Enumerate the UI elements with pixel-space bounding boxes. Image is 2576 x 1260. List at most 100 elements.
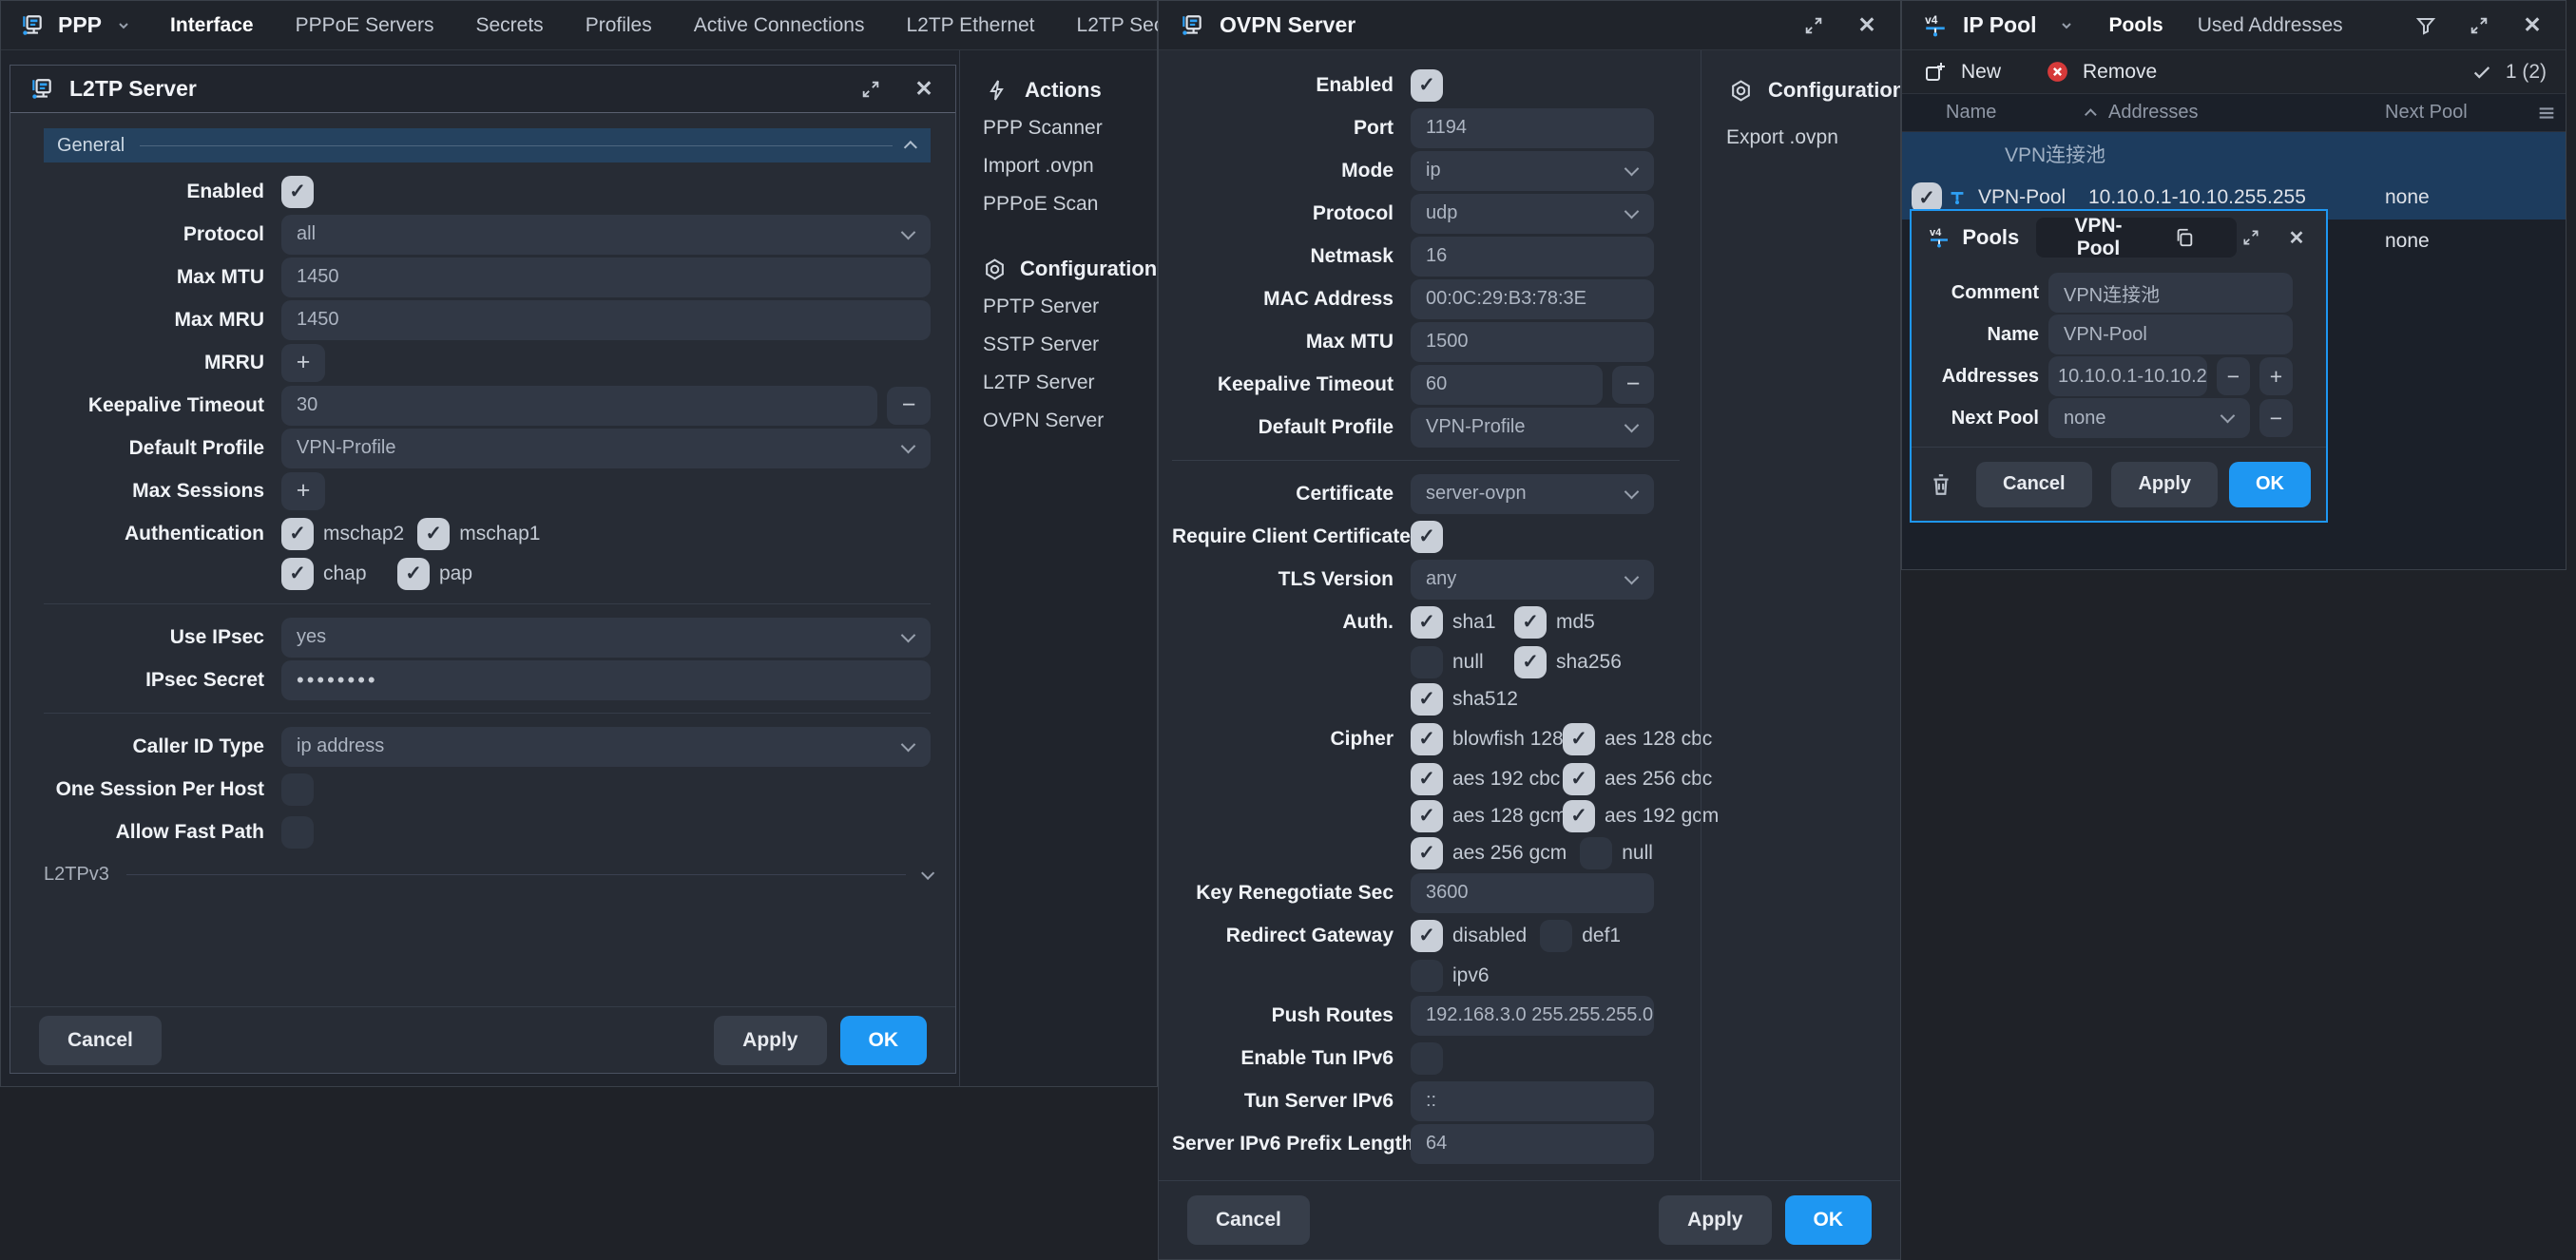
redirect-disabled-checkbox[interactable] (1411, 920, 1443, 952)
protocol-select[interactable]: all (281, 215, 931, 255)
caller-id-type-select[interactable]: ip address (281, 727, 931, 767)
apply-button[interactable]: Apply (1659, 1195, 1771, 1245)
auth-null-option[interactable]: null (1411, 646, 1501, 678)
next-pool-remove-button[interactable]: − (2259, 399, 2293, 437)
auth-md5-option[interactable]: md5 (1514, 606, 1595, 639)
tab-pools[interactable]: Pools (2109, 14, 2163, 37)
l2tpv3-section-header[interactable]: L2TPv3 (44, 853, 931, 896)
cancel-button[interactable]: Cancel (1187, 1195, 1310, 1245)
protocol-select[interactable]: udp (1411, 194, 1654, 234)
mac-address-input[interactable]: 00:0C:29:B3:78:3E (1411, 279, 1654, 319)
enabled-checkbox[interactable] (281, 176, 314, 208)
cancel-button[interactable]: Cancel (39, 1016, 162, 1065)
trash-icon[interactable] (1927, 470, 1955, 499)
action-ppp-scanner[interactable]: PPP Scanner (983, 109, 1157, 147)
mschap2-checkbox[interactable] (281, 518, 314, 550)
cipher-null-option[interactable]: null (1580, 837, 1653, 869)
config-l2tp-server[interactable]: L2TP Server (983, 364, 1157, 402)
column-addresses[interactable]: Addresses (2088, 102, 2385, 124)
sha1-checkbox[interactable] (1411, 606, 1443, 639)
detach-window-icon[interactable] (2237, 223, 2265, 252)
cipher-aes192cbc-option[interactable]: aes 192 cbc (1411, 763, 1549, 795)
auth-pap-option[interactable]: pap (397, 558, 472, 590)
cipher-aes192gcm-option[interactable]: aes 192 gcm (1563, 800, 1719, 832)
ok-button[interactable]: OK (2229, 462, 2311, 507)
one-session-per-host-checkbox[interactable] (281, 773, 314, 806)
entry-name-field[interactable]: VPN-Pool (2036, 218, 2237, 258)
filter-icon[interactable] (2412, 11, 2440, 40)
action-pppoe-scan[interactable]: PPPoE Scan (983, 185, 1157, 223)
detach-window-icon[interactable] (1799, 11, 1828, 40)
port-input[interactable]: 1194 (1411, 108, 1654, 148)
ip-pool-menu-chevron-icon[interactable] (2052, 11, 2081, 40)
column-next-pool[interactable]: Next Pool (2385, 102, 2528, 124)
mrru-add-button[interactable]: + (281, 344, 325, 382)
keepalive-remove-button[interactable]: − (1612, 366, 1654, 404)
detach-window-icon[interactable] (2465, 11, 2493, 40)
default-profile-select[interactable]: VPN-Profile (1411, 408, 1654, 448)
allow-fast-path-checkbox[interactable] (281, 816, 314, 849)
tab-l2tp-ethernet[interactable]: L2TP Ethernet (906, 14, 1034, 37)
cipher-blowfish128-option[interactable]: blowfish 128 (1411, 723, 1549, 755)
copy-icon[interactable] (2142, 223, 2227, 252)
aes192gcm-checkbox[interactable] (1563, 800, 1595, 832)
cipher-aes256cbc-option[interactable]: aes 256 cbc (1563, 763, 1712, 795)
cipher-null-checkbox[interactable] (1580, 837, 1612, 869)
redirect-ipv6-checkbox[interactable] (1411, 960, 1443, 992)
ok-button[interactable]: OK (1785, 1195, 1873, 1245)
ipsec-secret-input[interactable]: •••••••• (281, 660, 931, 700)
key-renegotiate-input[interactable]: 3600 (1411, 873, 1654, 913)
enable-tun-ipv6-checkbox[interactable] (1411, 1042, 1443, 1075)
config-pptp-server[interactable]: PPTP Server (983, 288, 1157, 326)
certificate-select[interactable]: server-ovpn (1411, 474, 1654, 514)
max-mru-input[interactable]: 1450 (281, 300, 931, 340)
redirect-def1-checkbox[interactable] (1540, 920, 1572, 952)
tab-active-connections[interactable]: Active Connections (694, 14, 865, 37)
max-sessions-add-button[interactable]: + (281, 472, 325, 510)
keepalive-remove-button[interactable]: − (887, 387, 931, 425)
pap-checkbox[interactable] (397, 558, 430, 590)
auth-chap-option[interactable]: chap (281, 558, 384, 590)
addresses-remove-button[interactable]: − (2217, 357, 2250, 395)
config-ovpn-server[interactable]: OVPN Server (983, 402, 1157, 440)
detach-window-icon[interactable] (856, 75, 885, 104)
cipher-aes128cbc-option[interactable]: aes 128 cbc (1563, 723, 1712, 755)
tab-interface[interactable]: Interface (170, 14, 254, 37)
addresses-add-button[interactable]: + (2259, 357, 2293, 395)
close-dialog-icon[interactable]: ✕ (2282, 223, 2311, 252)
tab-used-addresses[interactable]: Used Addresses (2198, 14, 2343, 37)
aes128gcm-checkbox[interactable] (1411, 800, 1443, 832)
config-sstp-server[interactable]: SSTP Server (983, 326, 1157, 364)
pool-comment-row[interactable]: VPN连接池 (1902, 132, 2566, 176)
remove-button[interactable]: Remove (2043, 58, 2157, 86)
aes256gcm-checkbox[interactable] (1411, 837, 1443, 869)
keepalive-input[interactable]: 30 (281, 386, 877, 426)
aes128cbc-checkbox[interactable] (1563, 723, 1595, 755)
close-window-icon[interactable]: ✕ (1853, 11, 1881, 40)
tab-secrets[interactable]: Secrets (475, 14, 543, 37)
auth-sha256-option[interactable]: sha256 (1514, 646, 1622, 678)
sha512-checkbox[interactable] (1411, 683, 1443, 716)
column-name[interactable]: Name (1946, 102, 2088, 124)
keepalive-input[interactable]: 60 (1411, 365, 1603, 405)
max-mtu-input[interactable]: 1450 (281, 258, 931, 297)
comment-input[interactable]: VPN连接池 (2048, 273, 2293, 313)
mschap1-checkbox[interactable] (417, 518, 450, 550)
ppp-menu-chevron-icon[interactable] (117, 11, 130, 40)
mode-select[interactable]: ip (1411, 151, 1654, 191)
name-input[interactable]: VPN-Pool (2048, 315, 2293, 354)
new-button[interactable]: New (1921, 58, 2001, 86)
table-menu-icon[interactable] (2528, 103, 2566, 124)
cipher-aes128gcm-option[interactable]: aes 128 gcm (1411, 800, 1549, 832)
use-ipsec-select[interactable]: yes (281, 618, 931, 658)
next-pool-select[interactable]: none (2048, 398, 2250, 438)
md5-checkbox[interactable] (1514, 606, 1547, 639)
close-window-icon[interactable]: ✕ (2518, 11, 2547, 40)
tun-server-ipv6-input[interactable]: :: (1411, 1081, 1654, 1121)
sha256-checkbox[interactable] (1514, 646, 1547, 678)
enabled-checkbox[interactable] (1411, 69, 1443, 102)
redirect-ipv6-option[interactable]: ipv6 (1411, 960, 1490, 992)
aes256cbc-checkbox[interactable] (1563, 763, 1595, 795)
general-section-header[interactable]: General (44, 128, 931, 162)
apply-button[interactable]: Apply (714, 1016, 826, 1065)
